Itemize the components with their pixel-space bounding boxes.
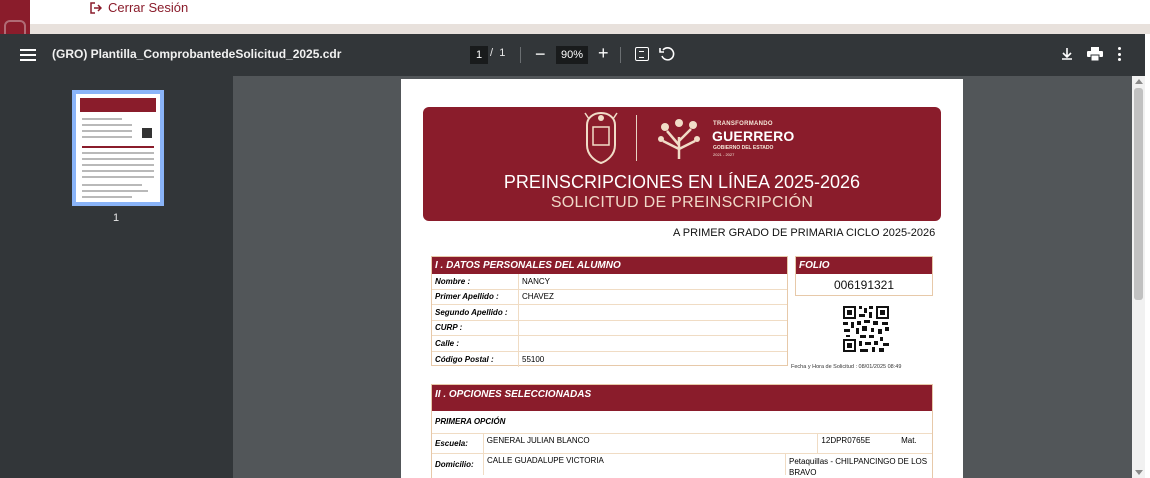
field-value: CHAVEZ bbox=[522, 292, 554, 302]
seal-icon bbox=[584, 111, 618, 165]
selected-options-section: II . OPCIONES SELECCIONADAS PRIMERA OPCI… bbox=[431, 384, 933, 478]
document-heading: PREINSCRIPCIONES EN LÍNEA 2025-2026 bbox=[503, 172, 861, 192]
address-street: CALLE GUADALUPE VICTORIA bbox=[484, 454, 786, 475]
school-label: Escuela: bbox=[432, 434, 484, 453]
section-title: II . OPCIONES SELECCIONADAS bbox=[432, 385, 932, 411]
header-banner: TRANSFORMANDO GUERRERO GOBIERNO DEL ESTA… bbox=[423, 107, 941, 221]
brand-sub: GOBIERNO DEL ESTADO bbox=[713, 145, 774, 151]
option-label: PRIMERA OPCIÓN bbox=[435, 417, 506, 426]
zoom-input[interactable]: 90% bbox=[556, 46, 588, 64]
school-shift: Mat. bbox=[901, 436, 917, 445]
document-page: TRANSFORMANDO GUERRERO GOBIERNO DEL ESTA… bbox=[401, 79, 963, 478]
field-value: 55100 bbox=[522, 354, 545, 364]
request-datetime: Fecha y Hora de Solicitud : 08/01/2025 0… bbox=[791, 364, 902, 370]
brand-small: TRANSFORMANDO bbox=[713, 121, 773, 127]
zoom-in-button[interactable]: + bbox=[598, 43, 609, 64]
personal-data-section: I . DATOS PERSONALES DEL ALUMNO Nombre :… bbox=[431, 256, 788, 367]
field-value bbox=[519, 321, 787, 336]
logout-link[interactable]: Cerrar Sesión bbox=[90, 0, 188, 15]
field-value bbox=[519, 305, 787, 320]
toolbar-separator bbox=[620, 47, 621, 63]
page-frame: Cerrar Sesión (GRO) Plantilla_Comprobant… bbox=[0, 0, 1150, 478]
folio-box: FOLIO 006191321 bbox=[795, 256, 933, 296]
document-subheading: SOLICITUD DE PREINSCRIPCIÓN bbox=[550, 194, 814, 211]
brand-name: GUERRERO bbox=[712, 128, 795, 144]
address-label: Domicilio: bbox=[432, 454, 484, 475]
page-number-input[interactable]: 1 bbox=[470, 46, 488, 64]
school-name: GENERAL JULIAN BLANCO bbox=[484, 434, 819, 453]
logout-label: Cerrar Sesión bbox=[108, 0, 189, 15]
field-label: Primer Apellido : bbox=[432, 289, 519, 304]
zoom-out-button[interactable]: − bbox=[535, 44, 546, 65]
address-row: Domicilio: CALLE GUADALUPE VICTORIA Peta… bbox=[432, 453, 932, 477]
brand-years: 2021 - 2027 bbox=[713, 152, 735, 157]
divider-strip bbox=[30, 24, 1150, 34]
banner-divider bbox=[636, 115, 637, 161]
download-icon[interactable] bbox=[1060, 47, 1074, 61]
thumbnail-sidebar: 1 bbox=[0, 76, 233, 478]
folio-value: 006191321 bbox=[833, 278, 895, 292]
thumbnail-page-number: 1 bbox=[113, 212, 120, 224]
fit-page-icon[interactable] bbox=[635, 47, 649, 61]
logout-icon bbox=[90, 1, 102, 14]
document-area: TRANSFORMANDO GUERRERO GOBIERNO DEL ESTA… bbox=[233, 76, 1132, 478]
scroll-down-icon[interactable] bbox=[1135, 470, 1143, 475]
pdf-viewer: (GRO) Plantilla_ComprobantedeSolicitud_2… bbox=[0, 34, 1145, 478]
folio-title: FOLIO bbox=[796, 257, 932, 274]
tree-logo-icon bbox=[658, 119, 700, 159]
address-locality: Petaquillas - CHILPANCINGO DE LOS BRAVO bbox=[789, 457, 928, 477]
scroll-thumb[interactable] bbox=[1134, 88, 1143, 300]
more-icon[interactable] bbox=[1118, 47, 1122, 63]
menu-icon[interactable] bbox=[20, 47, 36, 63]
page-total: / 1 bbox=[490, 47, 506, 59]
field-label: CURP : bbox=[432, 320, 519, 335]
document-title: (GRO) Plantilla_ComprobantedeSolicitud_2… bbox=[52, 47, 342, 61]
field-label: Calle : bbox=[432, 336, 519, 351]
print-icon[interactable] bbox=[1087, 47, 1103, 61]
field-value: NANCY bbox=[522, 276, 551, 286]
grade-line: A PRIMER GRADO DE PRIMARIA CICLO 2025-20… bbox=[673, 227, 936, 239]
pdf-toolbar: (GRO) Plantilla_ComprobantedeSolicitud_2… bbox=[0, 34, 1145, 76]
qr-code-icon bbox=[842, 305, 890, 353]
top-bar: Cerrar Sesión bbox=[30, 0, 1150, 24]
school-row: Escuela: GENERAL JULIAN BLANCO 12DPR0765… bbox=[432, 433, 932, 453]
rotate-icon[interactable] bbox=[659, 46, 675, 62]
section-title: I . DATOS PERSONALES DEL ALUMNO bbox=[432, 257, 787, 274]
toolbar-separator bbox=[520, 47, 521, 63]
field-label: Segundo Apellido : bbox=[432, 305, 519, 320]
field-label: Código Postal : bbox=[432, 351, 519, 367]
vertical-scrollbar[interactable] bbox=[1132, 76, 1145, 478]
field-value bbox=[519, 336, 787, 351]
school-key: 12DPR0765E bbox=[821, 436, 871, 445]
scroll-up-icon[interactable] bbox=[1135, 79, 1143, 84]
field-label: Nombre : bbox=[432, 274, 519, 289]
page-thumbnail[interactable] bbox=[72, 90, 164, 206]
